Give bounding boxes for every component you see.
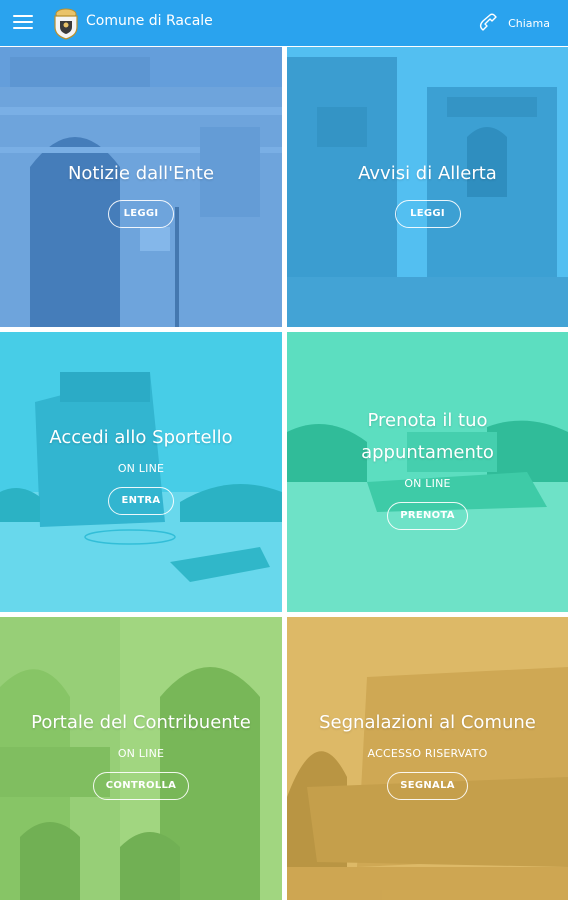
tile-prenota[interactable]: Prenota il tuo appuntamento ON LINE PREN…: [287, 332, 568, 612]
tile-title: Segnalazioni al Comune: [319, 712, 536, 733]
tile-sportello[interactable]: Accedi allo Sportello ON LINE ENTRA: [0, 332, 282, 612]
hamburger-menu-icon[interactable]: [13, 15, 33, 31]
tile-content: Segnalazioni al Comune ACCESSO RISERVATO…: [287, 707, 568, 800]
tile-subtitle: ACCESSO RISERVATO: [367, 747, 488, 760]
leggi-avvisi-button[interactable]: LEGGI: [394, 200, 461, 228]
tile-title: Accedi allo Sportello: [49, 427, 233, 448]
controlla-button[interactable]: CONTROLLA: [92, 772, 190, 800]
tile-title: Notizie dall'Ente: [67, 163, 215, 184]
tile-content: Portale del Contribuente ON LINE CONTROL…: [0, 707, 282, 800]
prenota-button[interactable]: PRENOTA: [387, 502, 468, 530]
tile-contribuente[interactable]: Portale del Contribuente ON LINE CONTROL…: [0, 617, 282, 900]
app-bar: Comune di Racale Chiama: [0, 0, 568, 46]
phone-icon: [480, 13, 497, 31]
call-label: Chiama: [508, 16, 550, 30]
entra-button[interactable]: ENTRA: [108, 487, 174, 515]
tile-avvisi[interactable]: Avvisi di Allerta LEGGI: [287, 47, 568, 327]
municipal-crest-icon: [54, 8, 78, 40]
tile-notizie[interactable]: Notizie dall'Ente LEGGI: [0, 47, 282, 327]
tile-content: Avvisi di Allerta LEGGI: [287, 158, 568, 228]
tile-title: Avvisi di Allerta: [358, 163, 497, 184]
app-title: Comune di Racale: [86, 13, 213, 29]
tile-title: Portale del Contribuente: [31, 712, 251, 733]
tile-content: Notizie dall'Ente LEGGI: [0, 158, 282, 228]
call-button[interactable]: Chiama: [478, 0, 550, 46]
tile-subtitle: ON LINE: [404, 477, 451, 490]
tile-title: Prenota il tuo appuntamento: [361, 410, 494, 463]
tile-content: Accedi allo Sportello ON LINE ENTRA: [0, 422, 282, 515]
segnala-button[interactable]: SEGNALA: [387, 772, 468, 800]
tile-segnalazioni[interactable]: Segnalazioni al Comune ACCESSO RISERVATO…: [287, 617, 568, 900]
tile-subtitle: ON LINE: [117, 747, 165, 760]
tile-subtitle: ON LINE: [117, 462, 165, 475]
leggi-notizie-button[interactable]: LEGGI: [108, 200, 174, 228]
tile-content: Prenota il tuo appuntamento ON LINE PREN…: [287, 405, 568, 530]
